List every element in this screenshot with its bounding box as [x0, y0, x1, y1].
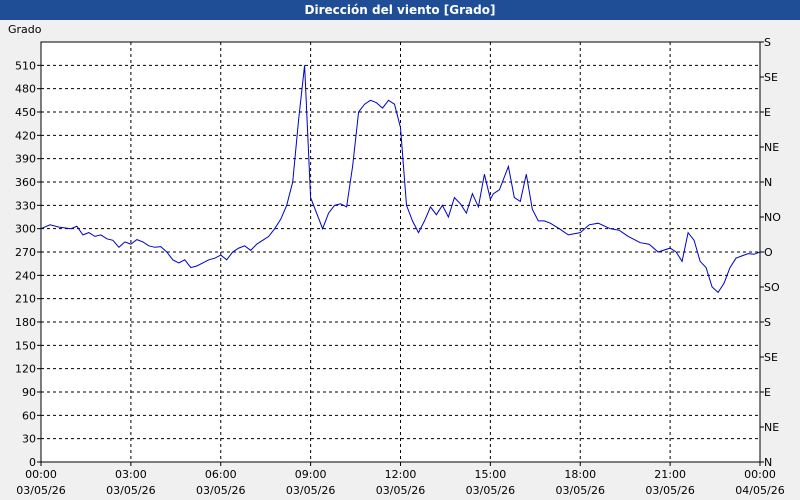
y-tick-label: 510: [15, 59, 36, 72]
x-tick-time: 06:00: [205, 468, 237, 481]
compass-label: SO: [764, 281, 780, 294]
y-tick-label: 480: [15, 83, 36, 96]
y-tick-label: 270: [15, 246, 36, 259]
x-tick-time: 12:00: [385, 468, 417, 481]
x-tick-time: 18:00: [564, 468, 596, 481]
compass-label: E: [764, 106, 771, 119]
compass-label: S: [764, 36, 771, 49]
y-tick-label: 450: [15, 106, 36, 119]
compass-label: N: [764, 176, 772, 189]
compass-label: NE: [764, 421, 779, 434]
x-tick-date: 03/05/26: [645, 484, 694, 497]
x-tick-date: 03/05/26: [196, 484, 245, 497]
y-tick-label: 390: [15, 153, 36, 166]
compass-label: E: [764, 386, 771, 399]
compass-label: O: [764, 246, 773, 259]
compass-label: NE: [764, 141, 779, 154]
compass-label: NO: [764, 211, 781, 224]
y-tick-label: 330: [15, 199, 36, 212]
x-tick-time: 03:00: [115, 468, 147, 481]
chart-title: Dirección del viento [Grado]: [0, 0, 800, 20]
x-tick-date: 03/05/26: [556, 484, 605, 497]
compass-label: SE: [764, 71, 778, 84]
y-tick-label: 360: [15, 176, 36, 189]
compass-label: SE: [764, 351, 778, 364]
y-axis-label: Grado: [8, 23, 42, 36]
left-axis: 0306090120150180210240270300330360390420…: [15, 59, 41, 469]
x-axis: 00:00 03/05/26 03:00 03/05/26 06:00 03/05/26 0…: [16, 462, 785, 497]
x-tick-date: 03/05/26: [286, 484, 335, 497]
x-tick-date: 03/05/26: [16, 484, 65, 497]
x-tick-time: 21:00: [654, 468, 686, 481]
y-tick-label: 210: [15, 293, 36, 306]
y-tick-label: 60: [22, 409, 36, 422]
y-tick-label: 90: [22, 386, 36, 399]
y-tick-label: 30: [22, 433, 36, 446]
x-tick-date: 03/05/26: [376, 484, 425, 497]
y-tick-label: 420: [15, 129, 36, 142]
y-tick-label: 120: [15, 363, 36, 376]
x-tick-time: 00:00: [744, 468, 776, 481]
x-tick-time: 09:00: [295, 468, 327, 481]
y-tick-label: 180: [15, 316, 36, 329]
y-tick-label: 150: [15, 339, 36, 352]
y-tick-label: 240: [15, 269, 36, 282]
x-tick-time: 00:00: [25, 468, 57, 481]
compass-label: S: [764, 316, 771, 329]
right-axis: NNEESESSOONONNEESES: [760, 36, 781, 469]
x-tick-date: 03/05/26: [106, 484, 155, 497]
x-tick-time: 15:00: [475, 468, 507, 481]
wind-direction-chart: 0306090120150180210240270300330360390420…: [8, 23, 785, 497]
y-tick-label: 300: [15, 223, 36, 236]
x-tick-date: 03/05/26: [466, 484, 515, 497]
x-tick-date: 04/05/26: [735, 484, 784, 497]
